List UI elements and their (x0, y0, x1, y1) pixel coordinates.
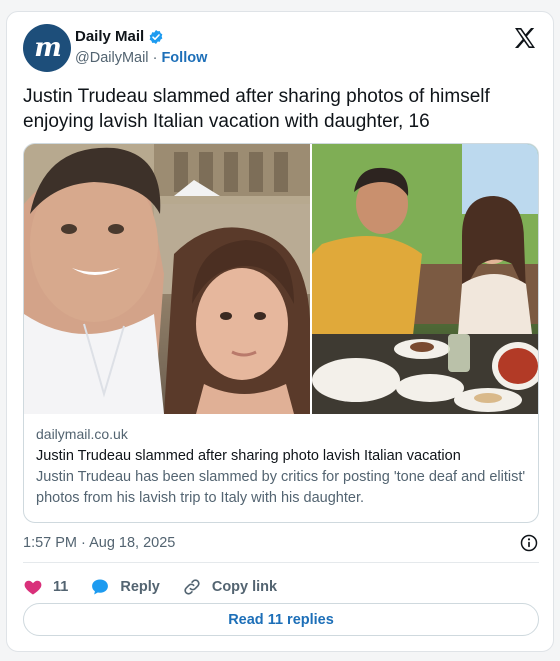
like-button[interactable]: 11 (23, 577, 68, 597)
x-logo-icon[interactable] (513, 26, 537, 50)
selfie-photo (24, 144, 310, 414)
like-count: 11 (53, 579, 69, 595)
link-preview-meta: dailymail.co.uk Justin Trudeau slammed a… (36, 426, 528, 509)
heart-icon (24, 580, 42, 595)
link-preview-card[interactable]: dailymail.co.uk Justin Trudeau slammed a… (23, 143, 539, 523)
copy-link-button[interactable]: Copy link (182, 577, 277, 597)
reply-button[interactable]: Reply (90, 577, 160, 597)
tweet-meta-row: 1:57 PM · Aug 18, 2025 (23, 533, 539, 553)
divider (23, 562, 539, 563)
link-domain: dailymail.co.uk (36, 426, 128, 442)
link-description: Justin Trudeau has been slammed by criti… (36, 469, 526, 506)
dinner-illustration (312, 144, 538, 414)
author-name-row: Daily Mail (75, 28, 164, 45)
read-replies-button[interactable]: Read 11 replies (23, 603, 539, 636)
tweet-card: m Daily Mail @DailyMail · Follow Justin … (6, 11, 554, 652)
info-icon[interactable] (519, 533, 539, 553)
follow-button[interactable]: Follow (161, 50, 207, 66)
verified-badge-icon (149, 29, 163, 44)
link-title: Justin Trudeau slammed after sharing pho… (36, 448, 461, 464)
tweet-timestamp[interactable]: 1:57 PM · Aug 18, 2025 (23, 535, 175, 551)
link-preview-image[interactable] (24, 144, 538, 414)
avatar-logo: m (34, 33, 61, 63)
author-handle-row: @DailyMail · Follow (75, 50, 207, 66)
selfie-illustration (24, 144, 310, 414)
action-bar: 11 Reply Copy link (23, 572, 539, 602)
speech-bubble-icon (92, 579, 109, 595)
reply-label: Reply (120, 579, 160, 595)
handle-separator: · (152, 50, 158, 66)
dinner-photo (312, 144, 538, 414)
link-icon (184, 579, 200, 595)
author-handle[interactable]: @DailyMail (75, 50, 149, 66)
copy-link-label: Copy link (211, 579, 278, 595)
avatar[interactable]: m (23, 24, 71, 72)
tweet-text: Justin Trudeau slammed after sharing pho… (23, 86, 490, 132)
author-display-name[interactable]: Daily Mail (75, 28, 144, 45)
